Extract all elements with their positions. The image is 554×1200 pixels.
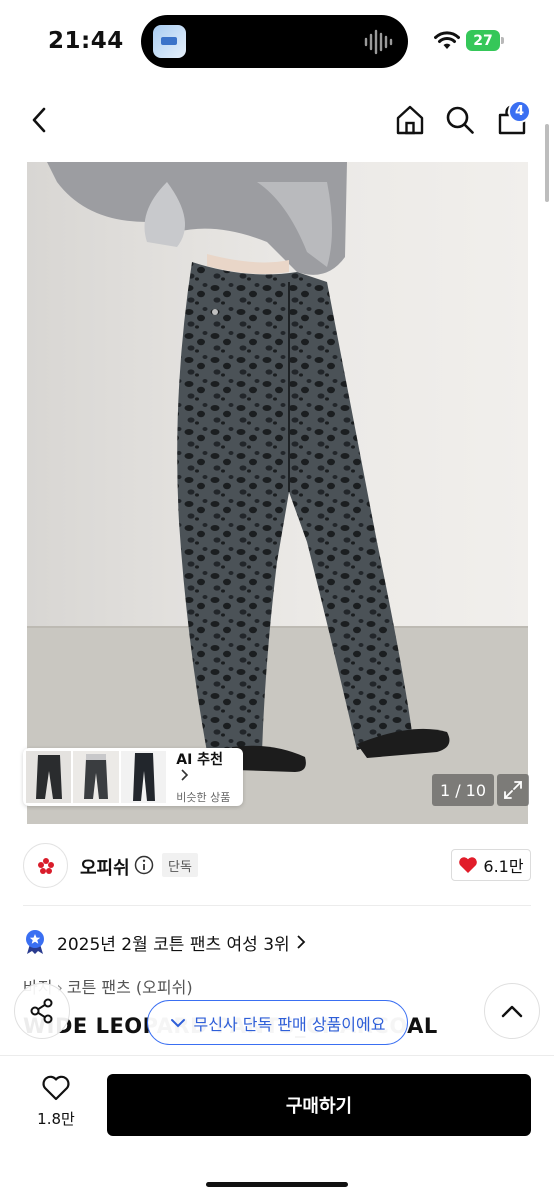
share-icon	[30, 998, 53, 1024]
battery-level: 27	[473, 32, 493, 49]
chevron-left-icon	[32, 107, 46, 133]
cart-count-badge: 4	[508, 100, 531, 123]
expand-icon	[504, 781, 522, 799]
battery-tip	[501, 37, 504, 44]
ai-recommendation-card[interactable]: AI 추천 비슷한 상품	[23, 748, 243, 806]
battery-indicator: 27	[466, 30, 500, 51]
chevron-down-icon	[170, 1018, 185, 1027]
breadcrumb-item-subcategory[interactable]: 코튼 팬츠 (오피쉬)	[67, 978, 193, 997]
wifi-icon	[434, 31, 460, 49]
product-image[interactable]	[27, 162, 528, 824]
dynamic-island	[141, 15, 408, 68]
chevron-right-icon	[181, 769, 189, 781]
similar-product-thumbnail	[120, 751, 167, 803]
bottom-like-button[interactable]: 1.8만	[23, 1074, 89, 1144]
ranking-link[interactable]: 2025년 2월 코튼 팬츠 여성 3위	[23, 928, 306, 956]
brand-name[interactable]: 오피쉬	[80, 854, 130, 880]
section-divider	[23, 905, 531, 906]
like-count: 6.1만	[483, 857, 524, 876]
home-indicator	[206, 1182, 348, 1187]
now-playing-thumbnail	[153, 25, 186, 58]
toast-text: 무신사 단독 판매 상품이에요	[193, 1014, 386, 1034]
ai-recommendation-title-text: AI 추천	[176, 752, 223, 768]
heart-filled-icon	[459, 857, 478, 873]
exclusive-tag: 단독	[162, 853, 198, 877]
buy-button[interactable]: 구매하기	[107, 1074, 531, 1136]
ranking-text: 2025년 2월 코튼 팬츠 여성 3위	[57, 934, 290, 955]
similar-product-thumbnail	[73, 751, 119, 803]
similar-product-thumbnail	[26, 751, 72, 803]
like-button[interactable]: 6.1만	[451, 849, 531, 881]
search-button[interactable]	[440, 98, 480, 142]
chevron-right-icon	[297, 935, 305, 949]
scroll-to-top-button[interactable]	[484, 983, 540, 1039]
image-page-counter: 1 / 10	[432, 774, 494, 806]
product-photo	[27, 162, 528, 824]
status-bar: 21:44 27	[0, 0, 554, 84]
bottom-action-bar: 1.8만 구매하기	[0, 1055, 554, 1200]
audio-wave-icon	[364, 29, 393, 55]
home-button[interactable]	[390, 98, 430, 142]
home-icon	[396, 105, 424, 135]
ai-recommendation-title: AI 추천	[176, 749, 240, 785]
ai-recommendation-subtitle: 비슷한 상품	[176, 791, 231, 804]
brand-logo[interactable]	[23, 843, 68, 888]
expand-image-button[interactable]	[497, 774, 529, 806]
nav-bar	[0, 90, 554, 150]
brand-row: 오피쉬 단독 6.1만	[0, 838, 554, 894]
ranking-badge-icon	[26, 930, 44, 954]
share-button[interactable]	[14, 983, 70, 1039]
brand-logo-icon	[37, 857, 54, 874]
heart-outline-icon	[42, 1075, 70, 1101]
back-button[interactable]	[20, 98, 60, 142]
scroll-indicator	[545, 124, 549, 202]
status-time: 21:44	[48, 28, 124, 54]
bottom-like-count: 1.8만	[37, 1110, 75, 1128]
exclusive-toast: 무신사 단독 판매 상품이에요	[147, 1000, 408, 1045]
info-icon[interactable]	[134, 855, 154, 875]
search-icon	[446, 106, 474, 134]
chevron-up-icon	[501, 1005, 523, 1018]
